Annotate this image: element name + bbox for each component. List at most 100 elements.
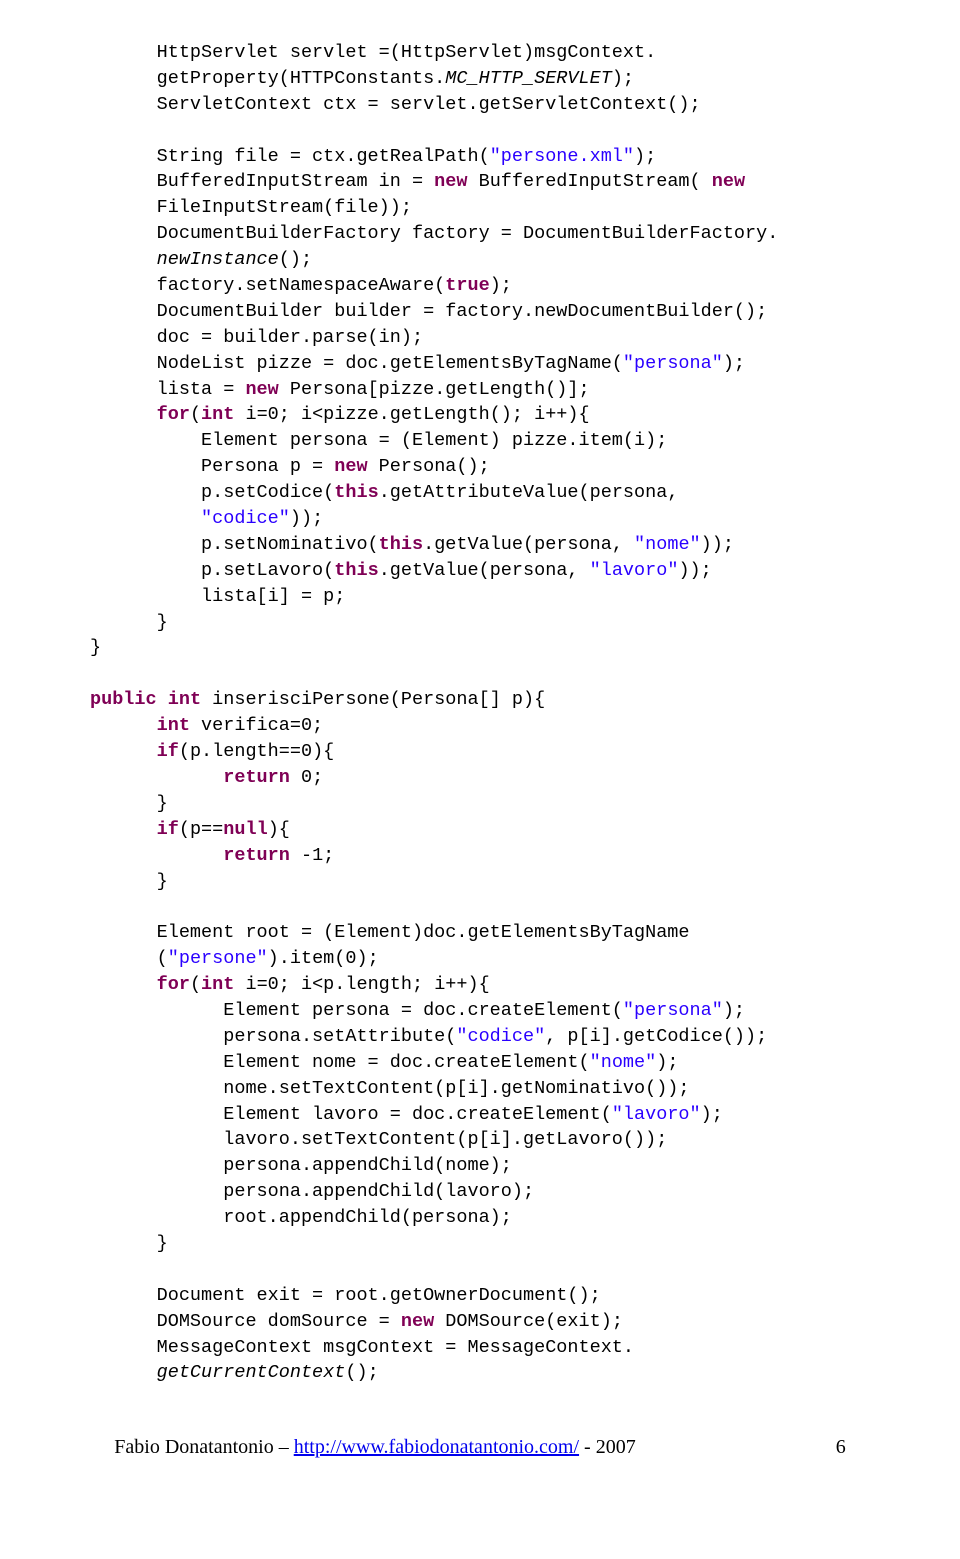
- code-text: lista =: [90, 379, 245, 400]
- code-text: 0;: [290, 767, 323, 788]
- code-string: "persona": [623, 1000, 723, 1021]
- code-italic: getCurrentContext: [157, 1362, 346, 1383]
- code-string: "nome": [634, 534, 701, 555]
- code-text: Persona();: [368, 456, 490, 477]
- code-string: "codice": [456, 1026, 545, 1047]
- footer-author: Fabio Donatantonio –: [114, 1436, 293, 1458]
- code-text: ){: [268, 819, 290, 840]
- code-text: ();: [345, 1362, 378, 1383]
- code-keyword: return: [223, 767, 290, 788]
- code-string: "persona": [623, 353, 723, 374]
- code-text: DocumentBuilder builder = factory.newDoc…: [90, 301, 767, 322]
- code-keyword: public: [90, 689, 157, 710]
- code-text: ));: [701, 534, 734, 555]
- code-string: "lavoro": [590, 560, 679, 581]
- code-keyword: new: [334, 456, 367, 477]
- code-text: );: [634, 146, 656, 167]
- code-text: persona.appendChild(lavoro);: [90, 1181, 534, 1202]
- code-text: Element lavoro = doc.createElement(: [90, 1104, 612, 1125]
- code-keyword: new: [434, 171, 467, 192]
- code-text: );: [612, 68, 634, 89]
- code-string: "persone": [168, 948, 268, 969]
- code-text: DocumentBuilderFactory factory = Documen…: [90, 223, 778, 244]
- code-keyword: int: [201, 404, 234, 425]
- code-text: [90, 715, 157, 736]
- code-text: Element persona = (Element) pizze.item(i…: [90, 430, 667, 451]
- code-italic: MC_HTTP_SERVLET: [445, 68, 612, 89]
- code-string: "nome": [590, 1052, 657, 1073]
- code-text: p.setCodice(: [90, 482, 334, 503]
- code-text: [90, 508, 201, 529]
- code-text: ();: [279, 249, 312, 270]
- code-text: .getValue(persona,: [423, 534, 634, 555]
- code-text: [90, 767, 223, 788]
- code-text: -1;: [290, 845, 334, 866]
- code-text: DOMSource domSource =: [90, 1311, 401, 1332]
- code-keyword: new: [401, 1311, 434, 1332]
- code-text: Element nome = doc.createElement(: [90, 1052, 590, 1073]
- code-text: String file = ctx.getRealPath(: [90, 146, 490, 167]
- code-text: ).item(0);: [268, 948, 379, 969]
- code-text: Element root = (Element)doc.getElementsB…: [90, 922, 690, 943]
- code-text: Persona[pizze.getLength()];: [279, 379, 590, 400]
- code-text: );: [656, 1052, 678, 1073]
- code-block: HttpServlet servlet =(HttpServlet)msgCon…: [90, 40, 870, 1386]
- code-text: inserisciPersone(Persona[] p){: [201, 689, 545, 710]
- code-text: FileInputStream(file));: [90, 197, 412, 218]
- code-text: HttpServlet servlet =(HttpServlet)msgCon…: [90, 42, 656, 63]
- code-text: i=0; i<pizze.getLength(); i++){: [234, 404, 589, 425]
- code-text: [90, 404, 157, 425]
- code-text: persona.setAttribute(: [90, 1026, 456, 1047]
- code-text: lista[i] = p;: [90, 586, 345, 607]
- code-keyword: int: [168, 689, 201, 710]
- code-text: [90, 819, 157, 840]
- code-string: "lavoro": [612, 1104, 701, 1125]
- code-text: [90, 741, 157, 762]
- code-text: ServletContext ctx = servlet.getServletC…: [90, 94, 701, 115]
- code-text: [90, 249, 157, 270]
- code-text: );: [723, 353, 745, 374]
- code-text: );: [723, 1000, 745, 1021]
- code-text: .getValue(persona,: [379, 560, 590, 581]
- code-text: [90, 845, 223, 866]
- code-string: "persone.xml": [490, 146, 634, 167]
- code-text: [157, 689, 168, 710]
- code-string: "codice": [201, 508, 290, 529]
- code-text: (: [90, 948, 168, 969]
- code-text: lavoro.setTextContent(p[i].getLavoro());: [90, 1129, 667, 1150]
- code-keyword: return: [223, 845, 290, 866]
- code-text: getProperty(HTTPConstants.: [90, 68, 445, 89]
- code-keyword: if: [157, 819, 179, 840]
- code-text: ));: [678, 560, 711, 581]
- page-footer: Fabio Donatantonio – http://www.fabiodon…: [90, 1436, 870, 1459]
- code-keyword: new: [712, 171, 745, 192]
- code-text: }: [90, 1233, 168, 1254]
- code-keyword: new: [245, 379, 278, 400]
- code-text: (p.length==0){: [179, 741, 334, 762]
- code-text: Persona p =: [90, 456, 334, 477]
- code-text: root.appendChild(persona);: [90, 1207, 512, 1228]
- code-keyword: for: [157, 974, 190, 995]
- code-keyword: int: [201, 974, 234, 995]
- code-text: Element persona = doc.createElement(: [90, 1000, 623, 1021]
- code-keyword: int: [157, 715, 190, 736]
- code-text: MessageContext msgContext = MessageConte…: [90, 1337, 634, 1358]
- code-text: BufferedInputStream in =: [90, 171, 434, 192]
- code-text: } }: [90, 612, 168, 659]
- code-keyword: true: [445, 275, 489, 296]
- code-text: p.setLavoro(: [90, 560, 334, 581]
- code-text: (: [190, 974, 201, 995]
- code-text: );: [701, 1104, 723, 1125]
- code-text: );: [490, 275, 512, 296]
- code-text: i=0; i<p.length; i++){: [234, 974, 489, 995]
- code-text: persona.appendChild(nome);: [90, 1155, 512, 1176]
- code-text: NodeList pizze = doc.getElementsByTagNam…: [90, 353, 623, 374]
- code-text: }: [90, 793, 168, 814]
- code-text: BufferedInputStream(: [467, 171, 711, 192]
- code-keyword: this: [334, 560, 378, 581]
- footer-link[interactable]: http://www.fabiodonatantonio.com/: [294, 1436, 579, 1458]
- code-keyword: this: [334, 482, 378, 503]
- code-keyword: if: [157, 741, 179, 762]
- code-italic: newInstance: [157, 249, 279, 270]
- code-text: .getAttributeValue(persona,: [379, 482, 679, 503]
